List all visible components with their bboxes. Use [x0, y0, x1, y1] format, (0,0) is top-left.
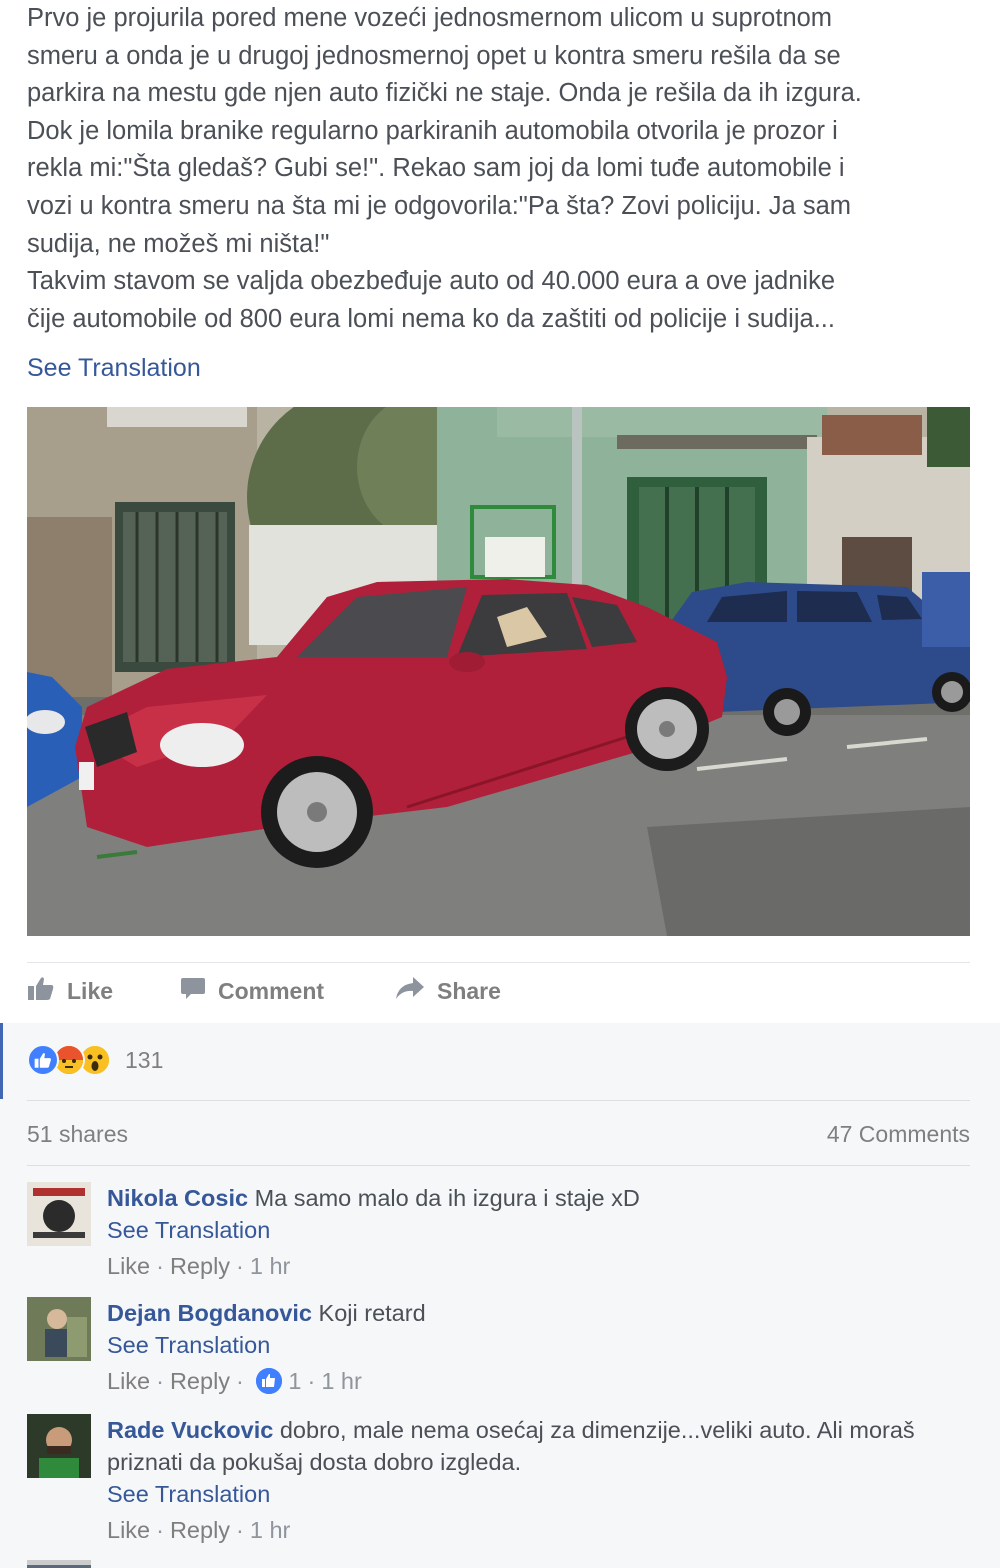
comment-reply-link[interactable]: Reply — [170, 1368, 230, 1394]
comment-label: Comment — [218, 977, 325, 1004]
like-reaction-icon — [27, 1044, 59, 1076]
post-actions: Like Comment Share — [27, 968, 970, 1014]
comment-text: Ma samo malo da ih izgura i staje xD — [254, 1185, 640, 1211]
post-text-line: vozi u kontra smeru na šta mi je odgovor… — [27, 191, 851, 220]
comment-meta: Like · Reply · 1 hr — [107, 1517, 291, 1543]
comment-body: Nikola Cosic Ma samo malo da ih izgura i… — [107, 1182, 967, 1282]
comment-button[interactable]: Comment — [180, 968, 324, 1014]
comment-author[interactable]: Rade Vuckovic — [107, 1417, 273, 1443]
avatar[interactable] — [27, 1182, 91, 1246]
comment-body: Rade Vuckovic dobro, male nema osećaj za… — [107, 1414, 967, 1546]
share-arrow-icon — [395, 976, 425, 1006]
post-text-line: čije automobile od 800 eura lomi nema ko… — [27, 304, 835, 333]
like-label: Like — [67, 977, 114, 1004]
comment-text: Koji retard — [318, 1300, 426, 1326]
post-text-line: Prvo je projurila pored mene vozeći jedn… — [27, 4, 833, 32]
post-text-line: parkira na mestu gde njen auto fizički n… — [27, 79, 862, 108]
avatar[interactable] — [27, 1560, 91, 1568]
comment-meta: Like · Reply · 1 hr — [107, 1253, 291, 1279]
comment-like-link[interactable]: Like — [107, 1368, 150, 1394]
post-text-line: rekla mi:"Šta gledaš? Gubi se!". Rekao s… — [27, 154, 845, 183]
comment-like-link[interactable]: Like — [107, 1253, 150, 1279]
share-label: Share — [437, 977, 501, 1004]
post-photo[interactable] — [27, 407, 970, 936]
post-text-line: sudija, ne možeš mi ništa!" — [27, 229, 330, 258]
post-text-line: Dok je lomila branike regularno parkiran… — [27, 116, 838, 145]
comment-reply-link[interactable]: Reply — [170, 1517, 230, 1543]
see-translation-link[interactable]: See Translation — [107, 1329, 967, 1361]
post-text: Prvo je projurila pored mene vozeći jedn… — [27, 0, 977, 338]
comment-time[interactable]: 1 hr — [321, 1368, 362, 1394]
comments-count[interactable]: 47 Comments — [827, 1118, 970, 1150]
comment-body: Dejan Bogdanovic Koji retard See Transla… — [107, 1297, 967, 1397]
divider — [27, 1100, 970, 1101]
reaction-count: 131 — [125, 1046, 164, 1073]
comment-author[interactable]: Dejan Bogdanovic — [107, 1300, 312, 1326]
like-button[interactable]: Like — [27, 968, 113, 1014]
shares-count[interactable]: 51 shares — [27, 1118, 128, 1150]
see-translation-link[interactable]: See Translation — [27, 350, 201, 386]
reactions-summary[interactable]: 131 — [27, 1040, 163, 1080]
comment-like-link[interactable]: Like — [107, 1517, 150, 1543]
divider — [27, 1165, 970, 1166]
comment-author[interactable]: Nikola Cosic — [107, 1185, 248, 1211]
parked-cars-photo — [27, 407, 970, 936]
comment-meta: Like · Reply · 1 · 1 hr — [107, 1368, 362, 1394]
comment-like-count[interactable]: 1 — [288, 1368, 301, 1394]
share-button[interactable]: Share — [395, 968, 501, 1014]
comment-icon — [180, 976, 206, 1006]
avatar[interactable] — [27, 1297, 91, 1361]
see-translation-link[interactable]: See Translation — [107, 1214, 967, 1246]
avatar[interactable] — [27, 1414, 91, 1478]
comment-time[interactable]: 1 hr — [250, 1253, 291, 1279]
divider — [27, 962, 970, 963]
post-text-line: Takvim stavom se valjda obezbeđuje auto … — [27, 267, 836, 296]
comment-reply-link[interactable]: Reply — [170, 1253, 230, 1279]
thumbs-up-icon — [27, 975, 55, 1007]
focus-accent-bar — [0, 1023, 3, 1099]
comment-time[interactable]: 1 hr — [250, 1517, 291, 1543]
like-badge-icon — [256, 1368, 283, 1394]
see-translation-link[interactable]: See Translation — [107, 1478, 967, 1510]
post-text-line: smeru a onda je u drugoj jednosmernoj op… — [27, 41, 841, 70]
